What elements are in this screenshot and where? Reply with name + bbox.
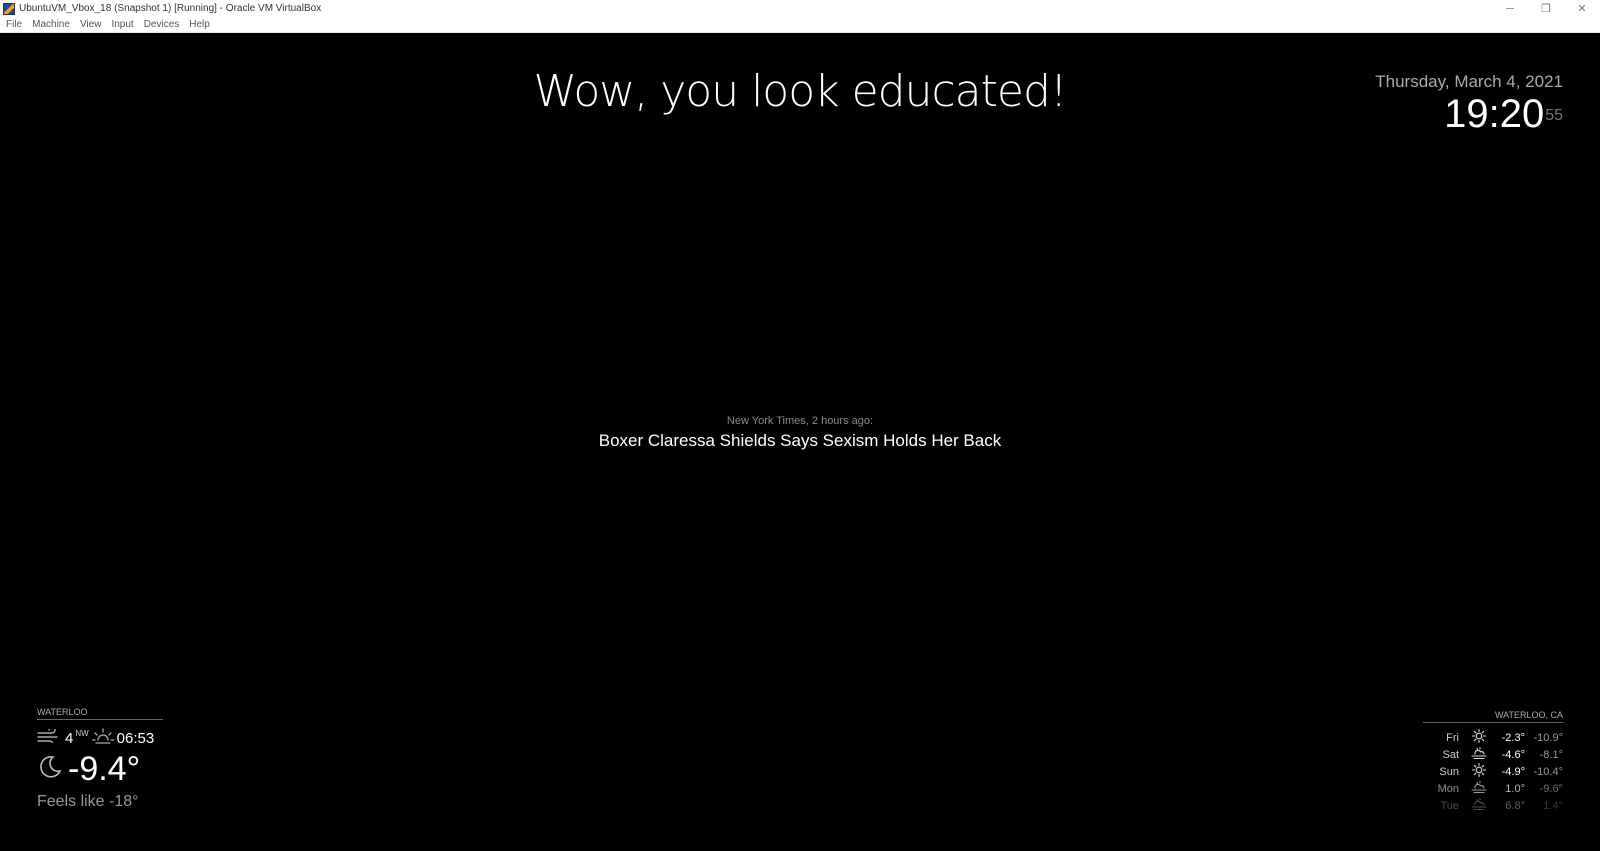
forecast-max-temp: -4.9°	[1501, 765, 1525, 778]
clock-date: Thursday, March 4, 2021	[1375, 72, 1563, 91]
menubar: File Machine View Input Devices Help	[0, 17, 1600, 33]
forecast-min-temp: 1.4°	[1543, 799, 1563, 812]
forecast-min-temp: -9.6°	[1539, 782, 1563, 795]
virtualbox-app-icon	[3, 2, 15, 15]
cloudy-icon	[1465, 797, 1493, 814]
feels-like: Feels like -18°	[37, 793, 139, 810]
clock-time-row: 19:2055	[1375, 94, 1563, 134]
sun-icon	[1465, 762, 1493, 780]
forecast-table: Fri -2.3° -10.9° Sat -4.6° -8.1° Sun -4.9° -10.4…	[1423, 728, 1563, 814]
window-controls: ─ ❐ ✕	[1492, 0, 1600, 17]
wind-direction: NW	[75, 728, 89, 738]
minimize-button[interactable]: ─	[1492, 0, 1528, 17]
clock-time: 19:20	[1444, 92, 1545, 136]
forecast-day: Sun	[1439, 765, 1459, 778]
wind-speed: 4	[65, 729, 74, 747]
news-source: New York Times, 2 hours ago:	[726, 415, 874, 427]
menu-help[interactable]: Help	[184, 19, 215, 30]
restore-button[interactable]: ❐	[1528, 0, 1564, 17]
current-weather-location: WATERLOO	[37, 707, 163, 720]
newsfeed-module: New York Times, 2 hours ago: Boxer Clare…	[0, 415, 1600, 451]
news-headline: Boxer Claressa Shields Says Sexism Holds…	[598, 431, 1002, 450]
forecast-day: Fri	[1446, 731, 1459, 744]
clock-module: Thursday, March 4, 2021 19:2055	[1375, 72, 1563, 134]
forecast-day: Sat	[1442, 748, 1459, 761]
current-weather-module: WATERLOO 4 NW 06:53 -9.4° Feels like -18…	[37, 707, 163, 811]
cloudy-icon	[1465, 780, 1493, 797]
window-title: UbuntuVM_Vbox_18 (Snapshot 1) [Running] …	[19, 3, 322, 14]
forecast-row-sat: Sat -4.6° -8.1°	[1423, 746, 1563, 763]
compliment-text: Wow, you look educated!	[533, 66, 1067, 117]
window-titlebar: UbuntuVM_Vbox_18 (Snapshot 1) [Running] …	[0, 0, 1600, 17]
forecast-row-sun: Sun -4.9° -10.4°	[1423, 762, 1563, 780]
weather-forecast-module: WATERLOO, CA Fri -2.3° -10.9° Sat -4.6° -8.1°…	[1423, 710, 1563, 814]
menu-devices[interactable]: Devices	[139, 19, 185, 30]
sun-icon	[1465, 728, 1493, 746]
forecast-max-temp: 1.0°	[1505, 782, 1525, 795]
wind-sun-row: 4 NW 06:53	[37, 726, 163, 748]
current-temperature-row: -9.4°	[37, 750, 163, 789]
forecast-row-tue: Tue 6.8° 1.4°	[1423, 797, 1563, 814]
forecast-day: Mon	[1437, 782, 1459, 795]
clock-seconds: 55	[1545, 107, 1563, 124]
forecast-max-temp: -2.3°	[1501, 731, 1525, 744]
forecast-min-temp: -10.4°	[1533, 765, 1563, 778]
menu-view[interactable]: View	[75, 19, 107, 30]
forecast-location: WATERLOO, CA	[1423, 710, 1563, 723]
close-button[interactable]: ✕	[1564, 0, 1600, 17]
forecast-max-temp: -4.6°	[1501, 748, 1525, 761]
wind-icon	[37, 726, 61, 747]
forecast-min-temp: -8.1°	[1539, 748, 1563, 761]
forecast-row-fri: Fri -2.3° -10.9°	[1423, 728, 1563, 746]
menu-input[interactable]: Input	[106, 19, 138, 30]
cloudy-icon	[1465, 746, 1493, 763]
sun-time: 06:53	[116, 729, 155, 747]
forecast-row-mon: Mon 1.0° -9.6°	[1423, 780, 1563, 797]
menu-machine[interactable]: Machine	[27, 19, 75, 30]
current-temperature: -9.4°	[68, 750, 141, 788]
sunrise-icon	[91, 728, 115, 748]
forecast-max-temp: 6.8°	[1505, 799, 1525, 812]
forecast-day: Tue	[1440, 799, 1459, 812]
forecast-min-temp: -10.9°	[1533, 731, 1563, 744]
menu-file[interactable]: File	[0, 19, 27, 30]
night-clear-icon	[37, 754, 63, 785]
